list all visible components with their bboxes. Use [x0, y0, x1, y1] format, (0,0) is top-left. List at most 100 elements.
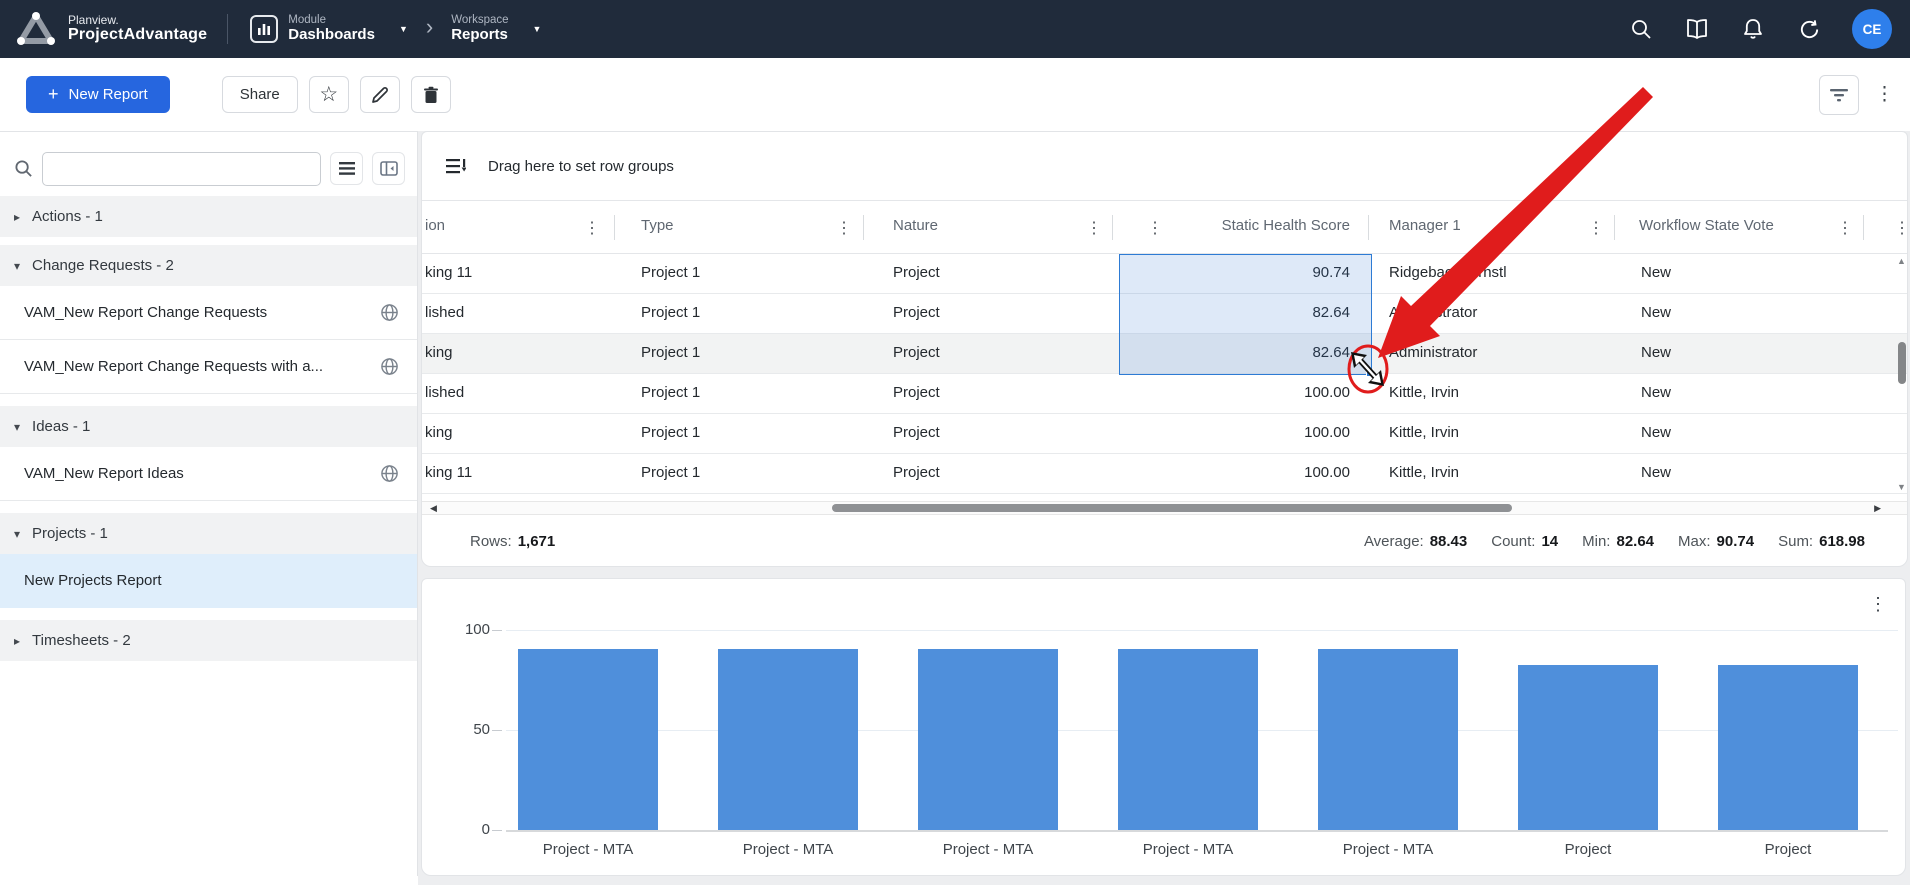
cell[interactable]: Project 1 — [641, 464, 700, 481]
cell[interactable]: New — [1641, 264, 1671, 281]
notifications-bell-icon[interactable] — [1740, 16, 1766, 42]
toolbar-menu-icon[interactable]: ⋮ — [1875, 85, 1894, 104]
sidebar-item-vam-change-requests[interactable]: VAM_New Report Change Requests — [0, 286, 417, 340]
cell-score[interactable]: 100.00 — [1304, 464, 1350, 481]
chart-bar[interactable] — [718, 649, 858, 830]
column-menu-icon[interactable]: ⋮ — [1086, 218, 1102, 238]
cell[interactable]: king — [425, 344, 453, 361]
x-axis-label: Project — [1688, 841, 1888, 858]
cell[interactable]: Project — [893, 304, 940, 321]
cell[interactable]: Project 1 — [641, 424, 700, 441]
cell[interactable]: Kittle, Irvin — [1389, 464, 1459, 481]
sidebar-item-new-projects-report[interactable]: New Projects Report — [0, 554, 417, 608]
cell[interactable]: lished — [425, 304, 464, 321]
cell-score[interactable]: 90.74 — [1312, 264, 1350, 281]
cell[interactable]: king — [425, 424, 453, 441]
cell-score[interactable]: 100.00 — [1304, 384, 1350, 401]
sidebar-search-input[interactable] — [42, 152, 321, 186]
vertical-scrollbar-thumb[interactable] — [1898, 342, 1906, 384]
horizontal-scrollbar-thumb[interactable] — [832, 504, 1512, 512]
cell[interactable]: Project 1 — [641, 264, 700, 281]
cell[interactable]: Project 1 — [641, 304, 700, 321]
chart-bar[interactable] — [518, 649, 658, 830]
cell[interactable]: Administrator — [1389, 344, 1477, 361]
pencil-icon — [371, 86, 389, 104]
workspace-selector[interactable]: Workspace Reports ▼ — [451, 14, 541, 43]
cell[interactable]: New — [1641, 344, 1671, 361]
column-menu-icon[interactable]: ⋮ — [836, 218, 852, 238]
column-menu-icon[interactable]: ⋮ — [1837, 218, 1853, 238]
filter-button[interactable] — [1819, 75, 1859, 115]
scroll-down-icon[interactable]: ▼ — [1897, 482, 1906, 492]
aggregate-average: Average:88.43 — [1364, 533, 1467, 550]
cell[interactable]: Project — [893, 464, 940, 481]
cell[interactable]: New — [1641, 424, 1671, 441]
row-group-drop-zone[interactable]: Drag here to set row groups — [422, 132, 1907, 201]
cell[interactable]: Kittle, Irvin — [1389, 424, 1459, 441]
scroll-up-icon[interactable]: ▲ — [1897, 256, 1906, 266]
column-header-static-health-score[interactable]: Static Health Score — [1222, 217, 1350, 234]
refresh-icon[interactable] — [1796, 16, 1822, 42]
scroll-left-icon[interactable]: ◀ — [430, 503, 437, 514]
cell[interactable]: Project 1 — [641, 384, 700, 401]
sidebar-item-vam-ideas[interactable]: VAM_New Report Ideas — [0, 447, 417, 501]
score-bar-chart-panel: ⋮ 050100 Project - MTAProject - MTAProje… — [421, 578, 1906, 876]
cell[interactable]: Project — [893, 344, 940, 361]
sidebar-group-actions[interactable]: ▸ Actions - 1 — [0, 196, 417, 237]
fill-handle[interactable] — [1366, 369, 1374, 377]
cell[interactable]: Project — [893, 384, 940, 401]
sidebar-group-ideas[interactable]: ▾ Ideas - 1 — [0, 406, 417, 447]
cell[interactable]: New — [1641, 464, 1671, 481]
cell[interactable]: Project 1 — [641, 344, 700, 361]
column-header-manager-1[interactable]: Manager 1 — [1389, 217, 1461, 234]
delete-button[interactable] — [411, 76, 451, 113]
horizontal-scrollbar[interactable]: ◀ ▶ — [422, 501, 1907, 515]
cell[interactable]: New — [1641, 384, 1671, 401]
chart-bar[interactable] — [1318, 649, 1458, 830]
cell[interactable]: king 11 — [425, 264, 472, 281]
module-selector[interactable]: Module Dashboards ▼ — [250, 14, 408, 43]
cell[interactable]: king 11 — [425, 464, 472, 481]
new-report-button[interactable]: + New Report — [26, 76, 170, 113]
collapse-panel-button[interactable] — [372, 152, 405, 185]
share-button[interactable]: Share — [222, 76, 298, 113]
chart-bar[interactable] — [1118, 649, 1258, 830]
column-menu-icon[interactable]: ⋮ — [1147, 218, 1163, 238]
sidebar-group-timesheets[interactable]: ▸ Timesheets - 2 — [0, 620, 417, 661]
search-icon[interactable] — [1628, 16, 1654, 42]
workspace-caret-icon[interactable]: ▼ — [533, 24, 542, 34]
user-avatar[interactable]: CE — [1852, 9, 1892, 49]
favorite-star-button[interactable]: ☆ — [309, 76, 349, 113]
chart-bar[interactable] — [1718, 665, 1858, 830]
cell-score[interactable]: 100.00 — [1304, 424, 1350, 441]
sidebar-group-change-requests[interactable]: ▾ Change Requests - 2 — [0, 245, 417, 286]
chart-bar[interactable] — [918, 649, 1058, 830]
cell[interactable]: Project — [893, 424, 940, 441]
scroll-right-icon[interactable]: ▶ — [1874, 503, 1881, 514]
sidebar-list-menu-button[interactable] — [330, 152, 363, 185]
help-book-icon[interactable] — [1684, 16, 1710, 42]
vertical-scrollbar[interactable]: ▲ ▼ — [1895, 254, 1908, 494]
x-axis-label: Project - MTA — [1288, 841, 1488, 858]
column-header-workflow-state-vote[interactable]: Workflow State Vote — [1639, 217, 1774, 234]
column-menu-icon[interactable]: ⋮ — [584, 218, 600, 238]
cell-score[interactable]: 82.64 — [1312, 344, 1350, 361]
cell[interactable]: New — [1641, 304, 1671, 321]
edit-button[interactable] — [360, 76, 400, 113]
column-menu-icon[interactable]: ⋮ — [1588, 218, 1604, 238]
cell[interactable]: Kittle, Irvin — [1389, 384, 1459, 401]
cell[interactable]: Administrator — [1389, 304, 1477, 321]
column-menu-icon[interactable]: ⋮ — [1894, 218, 1908, 238]
cell[interactable]: Project — [893, 264, 940, 281]
cell[interactable]: Ridgeback, Ernstl — [1389, 264, 1507, 281]
chart-bar[interactable] — [1518, 665, 1658, 830]
column-header-truncated[interactable]: ion — [425, 217, 445, 234]
module-caret-icon[interactable]: ▼ — [399, 24, 408, 34]
sidebar-item-vam-change-requests-with-a[interactable]: VAM_New Report Change Requests with a... — [0, 340, 417, 394]
cell-score[interactable]: 82.64 — [1312, 304, 1350, 321]
column-header-nature[interactable]: Nature — [893, 217, 938, 234]
sidebar-group-projects[interactable]: ▾ Projects - 1 — [0, 513, 417, 554]
column-header-type[interactable]: Type — [641, 217, 674, 234]
cell[interactable]: lished — [425, 384, 464, 401]
brand-logo[interactable]: Planview. ProjectAdvantage — [0, 11, 207, 47]
